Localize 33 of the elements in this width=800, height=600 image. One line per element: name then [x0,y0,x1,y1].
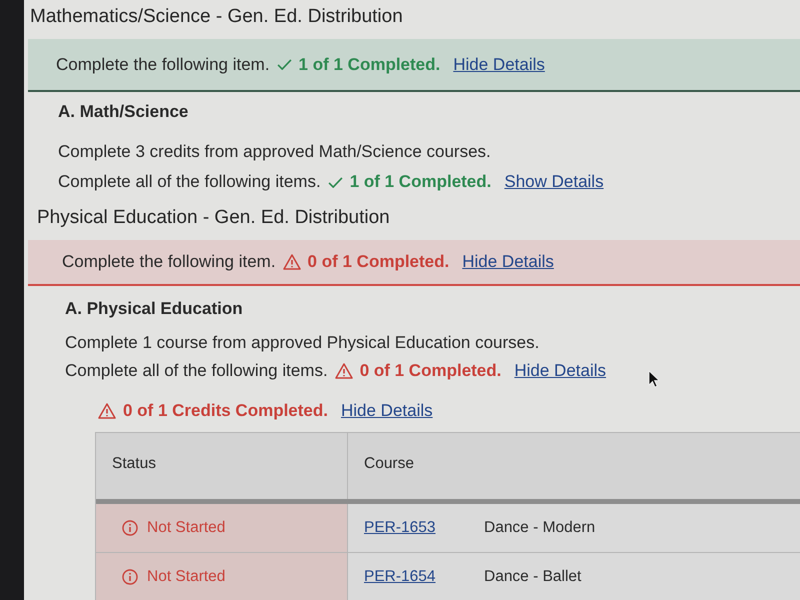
section-title: Mathematics/Science - Gen. Ed. Distribution [29,5,404,29]
course-code-link[interactable]: PER-1654 [364,568,484,586]
course-title: Dance - Modern [484,519,596,537]
items-text: Complete all of the following items. [65,360,328,382]
requirement-description: Complete 3 credits from approved Math/Science courses. [58,141,492,163]
requirement-description: Complete 1 course from approved Physical Education courses. [65,332,540,354]
check-icon [276,59,292,70]
credits-count: 0 of 1 Credits Completed. [123,400,328,422]
status-label: Not Started [147,568,226,586]
details-link[interactable]: Hide Details [340,400,433,422]
items-text: Complete all of the following items. [58,171,321,193]
mouse-pointer-icon [648,370,660,388]
completion-count: 1 of 1 Completed. [350,171,492,193]
completion-count: 0 of 1 Completed. [360,360,502,382]
status-label: Not Started [147,519,226,537]
column-header: Status [96,433,348,499]
summary-text: Complete the following item. [62,252,276,272]
completion-count: 1 of 1 Completed. [298,54,440,74]
requirement-heading: A. Math/Science [58,101,190,123]
warning-icon [282,254,301,270]
course-title: Dance - Ballet [484,568,582,586]
requirement-heading: A. Physical Education [65,298,244,320]
column-header: Course [363,454,415,474]
details-link[interactable]: Show Details [504,171,604,193]
info-icon [122,520,138,536]
info-icon [122,569,138,585]
completion-count: 0 of 1 Completed. [308,252,450,272]
course-code-link[interactable]: PER-1653 [364,519,484,537]
details-link[interactable]: Hide Details [514,360,606,382]
summary-text: Complete the following item. [56,54,270,74]
section-title: Physical Education - Gen. Ed. Distribution [36,206,391,230]
details-link[interactable]: Hide Details [462,252,554,272]
details-link[interactable]: Hide Details [453,54,545,74]
